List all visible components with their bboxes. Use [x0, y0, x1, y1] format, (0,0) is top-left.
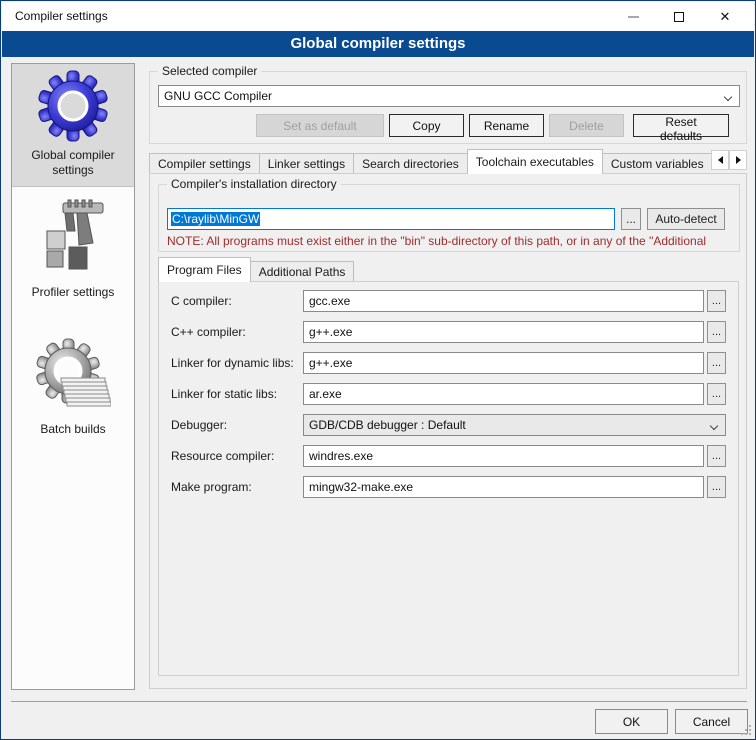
minimize-icon — [628, 16, 639, 18]
resource-compiler-input[interactable]: windres.exe — [303, 445, 704, 467]
tab-search-directories[interactable]: Search directories — [353, 153, 468, 174]
installation-directory-group: Compiler's installation directory C:\ray… — [158, 184, 740, 252]
c-compiler-input[interactable]: gcc.exe — [303, 290, 704, 312]
caliper-icon — [15, 199, 131, 279]
auto-detect-button[interactable]: Auto-detect — [647, 208, 725, 230]
compiler-settings-window: Compiler settings ✕ Global compiler sett… — [0, 0, 756, 740]
settings-sidebar: Global compiler settings — [11, 63, 135, 690]
maximize-icon — [674, 12, 684, 22]
field-label: Linker for dynamic libs: — [171, 356, 303, 370]
window-title: Compiler settings — [15, 9, 108, 23]
sidebar-item-label: Batch builds — [15, 422, 131, 437]
sidebar-item-global-compiler-settings[interactable]: Global compiler settings — [12, 64, 134, 187]
compiler-select-value: GNU GCC Compiler — [164, 89, 272, 103]
sidebar-item-profiler-settings[interactable]: Profiler settings — [12, 193, 134, 308]
tab-scroll-right-button[interactable] — [729, 150, 747, 170]
field-label: Linker for static libs: — [171, 387, 303, 401]
delete-button: Delete — [549, 114, 624, 137]
toolchain-row-c-compiler: C++ compiler:g++.exe... — [171, 321, 726, 343]
arrow-left-icon — [718, 156, 723, 164]
toolchain-row-linker-for-static-libs: Linker for static libs:ar.exe... — [171, 383, 726, 405]
reset-defaults-button[interactable]: Reset defaults — [633, 114, 729, 137]
tab-compiler-settings[interactable]: Compiler settings — [149, 153, 260, 174]
c-compiler-input[interactable]: g++.exe — [303, 321, 704, 343]
arrow-right-icon — [736, 156, 741, 164]
window-controls: ✕ — [610, 2, 748, 31]
browse-button[interactable]: ... — [707, 352, 726, 374]
chevron-down-icon — [710, 422, 718, 430]
linker-for-static-libs-input[interactable]: ar.exe — [303, 383, 704, 405]
maximize-button[interactable] — [656, 2, 702, 31]
debugger-select[interactable]: GDB/CDB debugger : Default — [303, 414, 726, 436]
tab-scroll-buttons — [711, 150, 747, 170]
minimize-button[interactable] — [610, 2, 656, 31]
subtab-additional-paths[interactable]: Additional Paths — [250, 261, 355, 282]
select-value: GDB/CDB debugger : Default — [309, 418, 466, 432]
toolchain-row-resource-compiler: Resource compiler:windres.exe... — [171, 445, 726, 467]
group-legend: Compiler's installation directory — [167, 177, 341, 191]
make-program-input[interactable]: mingw32-make.exe — [303, 476, 704, 498]
installation-directory-input[interactable]: C:\raylib\MinGW — [167, 208, 615, 230]
browse-directory-button[interactable]: ... — [621, 208, 641, 230]
rename-button[interactable]: Rename — [469, 114, 544, 137]
sidebar-item-label: Global compiler settings — [15, 148, 131, 178]
set-as-default-button: Set as default — [256, 114, 384, 137]
program-files-rows: C compiler:gcc.exe...C++ compiler:g++.ex… — [159, 290, 738, 498]
toolchain-row-c-compiler: C compiler:gcc.exe... — [171, 290, 726, 312]
sidebar-item-label: Profiler settings — [15, 285, 131, 300]
linker-for-dynamic-libs-input[interactable]: g++.exe — [303, 352, 704, 374]
field-label: Debugger: — [171, 418, 303, 432]
chevron-down-icon — [724, 93, 732, 101]
cancel-button[interactable]: Cancel — [675, 709, 748, 734]
gear-blue-icon — [15, 70, 131, 142]
toolchain-row-linker-for-dynamic-libs: Linker for dynamic libs:g++.exe... — [171, 352, 726, 374]
selected-compiler-group: Selected compiler GNU GCC Compiler Set a… — [149, 71, 747, 144]
browse-button[interactable]: ... — [707, 290, 726, 312]
footer-divider — [11, 701, 747, 702]
close-icon: ✕ — [720, 10, 731, 23]
toolchain-row-make-program: Make program:mingw32-make.exe... — [171, 476, 726, 498]
tab-scroll-left-button[interactable] — [711, 150, 729, 170]
ok-button[interactable]: OK — [595, 709, 668, 734]
group-legend: Selected compiler — [158, 64, 261, 78]
toolchain-executables-panel: Compiler's installation directory C:\ray… — [149, 173, 747, 689]
browse-button[interactable]: ... — [707, 321, 726, 343]
main-tab-strip: Compiler settingsLinker settingsSearch d… — [149, 149, 747, 174]
field-label: C++ compiler: — [171, 325, 303, 339]
copy-button[interactable]: Copy — [389, 114, 464, 137]
sidebar-item-batch-builds[interactable]: Batch builds — [12, 332, 134, 445]
close-button[interactable]: ✕ — [702, 2, 748, 31]
browse-button[interactable]: ... — [707, 476, 726, 498]
compiler-select[interactable]: GNU GCC Compiler — [158, 85, 740, 107]
title-bar: Compiler settings ✕ — [2, 2, 754, 31]
toolchain-row-debugger: Debugger: GDB/CDB debugger : Default — [171, 414, 726, 436]
browse-button[interactable]: ... — [707, 445, 726, 467]
tab-toolchain-executables[interactable]: Toolchain executables — [467, 149, 603, 174]
selected-text: C:\raylib\MinGW — [171, 212, 260, 226]
resize-grip[interactable] — [740, 724, 752, 736]
field-label: Resource compiler: — [171, 449, 303, 463]
sub-tab-strip: Program FilesAdditional Paths — [158, 258, 353, 282]
field-label: C compiler: — [171, 294, 303, 308]
tab-linker-settings[interactable]: Linker settings — [259, 153, 354, 174]
tab-custom-variables[interactable]: Custom variables — [602, 153, 711, 174]
compiler-actions: Set as defaultCopyRenameDelete Reset defa… — [251, 114, 729, 137]
gear-stack-icon — [15, 338, 131, 416]
subtab-program-files[interactable]: Program Files — [158, 257, 251, 282]
bin-note-text: NOTE: All programs must exist either in … — [167, 234, 737, 248]
main-tabs: Compiler settingsLinker settingsSearch d… — [149, 149, 711, 174]
program-files-panel: C compiler:gcc.exe...C++ compiler:g++.ex… — [158, 281, 739, 676]
browse-button[interactable]: ... — [707, 383, 726, 405]
page-title: Global compiler settings — [2, 31, 754, 57]
field-label: Make program: — [171, 480, 303, 494]
